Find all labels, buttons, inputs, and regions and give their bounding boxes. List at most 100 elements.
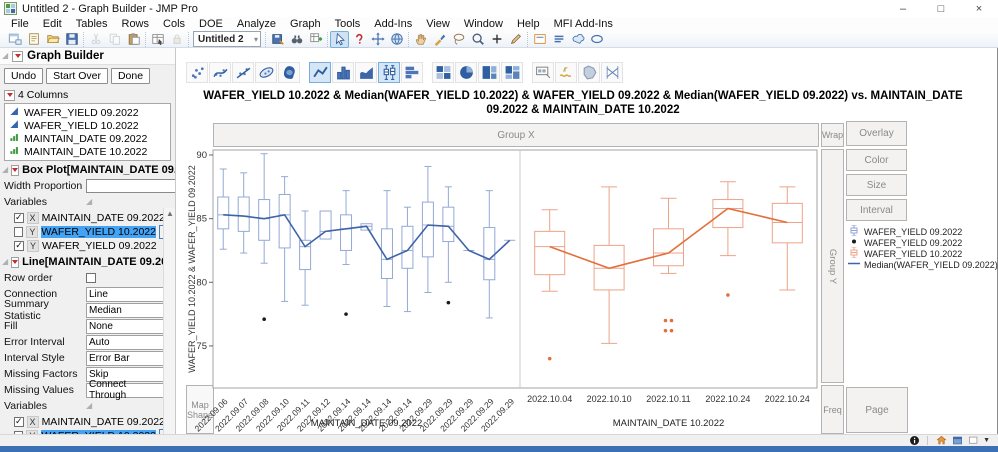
- pen-icon[interactable]: [506, 31, 525, 48]
- scroll-up-icon[interactable]: ▲: [164, 208, 175, 219]
- box-plot-chart[interactable]: 90 85 80 75WAFER_YIELD 10.2022 & WAFER_YIEL…: [184, 147, 844, 447]
- maximize-button[interactable]: □: [922, 0, 960, 17]
- collapse-triangle-icon[interactable]: ◢: [2, 52, 8, 60]
- globe-icon[interactable]: [387, 31, 406, 48]
- start-over-button[interactable]: Start Over: [46, 68, 108, 84]
- palette-formula-icon[interactable]: [555, 62, 577, 83]
- plus-crosshair-icon[interactable]: [487, 31, 506, 48]
- column-item[interactable]: MAINTAIN_DATE 10.2022: [5, 145, 170, 158]
- interval-zone[interactable]: Interval: [846, 199, 907, 221]
- collapse-triangle-icon[interactable]: ◢: [86, 198, 92, 206]
- window-status-icon[interactable]: [951, 435, 963, 446]
- open-folder-icon[interactable]: [43, 31, 62, 48]
- minimize-button[interactable]: –: [884, 0, 922, 17]
- checked-checkbox[interactable]: ✓: [14, 240, 24, 251]
- lasso-icon[interactable]: [449, 31, 468, 48]
- menu-item-add-ins[interactable]: Add-Ins: [367, 17, 419, 31]
- lock-icon[interactable]: [167, 31, 186, 48]
- connection-dropdown[interactable]: Line˅: [86, 286, 171, 302]
- palette-caption-box-icon[interactable]: [532, 62, 554, 83]
- color-zone[interactable]: Color: [846, 149, 907, 171]
- new-window-icon[interactable]: [5, 31, 24, 48]
- variable-row[interactable]: ✓XMAINTAIN_DATE 09.2022⬆: [0, 414, 175, 429]
- legend-item[interactable]: WAFER_YIELD 09.2022: [848, 237, 998, 248]
- size-zone[interactable]: Size: [846, 174, 907, 196]
- annotate-rect-icon[interactable]: [530, 31, 549, 48]
- move-crosshair-icon[interactable]: [368, 31, 387, 48]
- unchecked-checkbox[interactable]: [14, 226, 24, 237]
- red-triangle-menu-icon[interactable]: [12, 50, 24, 62]
- palette-histogram-icon[interactable]: [401, 62, 423, 83]
- checked-checkbox[interactable]: ✓: [14, 416, 24, 427]
- new-data-view-icon[interactable]: [306, 31, 325, 48]
- save-session-icon[interactable]: [268, 31, 287, 48]
- annotate-lines-icon[interactable]: [549, 31, 568, 48]
- menu-item-help[interactable]: Help: [510, 17, 547, 31]
- paste-icon[interactable]: [124, 31, 143, 48]
- palette-line-icon[interactable]: [309, 62, 331, 83]
- collapse-triangle-icon[interactable]: ◢: [86, 402, 92, 410]
- palette-box-plot-icon[interactable]: [378, 62, 400, 83]
- palette-parallel-icon[interactable]: [601, 62, 623, 83]
- save-icon[interactable]: [62, 31, 81, 48]
- collapse-triangle-icon[interactable]: ◢: [2, 166, 8, 174]
- cut-icon[interactable]: [86, 31, 105, 48]
- palette-heatmap-icon[interactable]: [432, 62, 454, 83]
- home-icon[interactable]: [935, 435, 947, 446]
- arrow-cursor-icon[interactable]: [330, 30, 350, 48]
- menu-item-cols[interactable]: Cols: [156, 17, 192, 31]
- overlay-zone[interactable]: Overlay: [846, 121, 907, 146]
- red-triangle-menu-icon[interactable]: [11, 256, 20, 268]
- column-item[interactable]: WAFER_YIELD 09.2022: [5, 106, 170, 119]
- copy-icon[interactable]: [105, 31, 124, 48]
- selection-table-icon[interactable]: [148, 31, 167, 48]
- error-interval-dropdown[interactable]: Auto˅: [86, 334, 171, 350]
- palette-bar-icon[interactable]: [332, 62, 354, 83]
- done-button[interactable]: Done: [110, 68, 151, 84]
- summary-statistic-dropdown[interactable]: Median˅: [86, 302, 171, 318]
- checked-checkbox[interactable]: ✓: [14, 212, 24, 223]
- annotate-oval-icon[interactable]: [587, 31, 606, 48]
- menu-item-edit[interactable]: Edit: [36, 17, 69, 31]
- panel-scrollbar[interactable]: ▲ ▼: [163, 208, 175, 434]
- variable-row[interactable]: YWAFER_YIELD 10.2022⬇: [0, 224, 175, 239]
- menu-item-mfi-add-ins[interactable]: MFI Add-Ins: [547, 17, 620, 31]
- palette-smoother-icon[interactable]: [209, 62, 231, 83]
- missing-values-dropdown[interactable]: Connect Through˅: [86, 379, 171, 401]
- menu-item-view[interactable]: View: [419, 17, 457, 31]
- variable-row[interactable]: ✓XMAINTAIN_DATE 09.2022⬆: [0, 210, 175, 225]
- width-proportion-input[interactable]: [86, 179, 175, 193]
- annotate-polygon-icon[interactable]: [568, 31, 587, 48]
- menu-item-rows[interactable]: Rows: [115, 17, 157, 31]
- row-order-checkbox[interactable]: [86, 273, 96, 283]
- column-item[interactable]: WAFER_YIELD 10.2022: [5, 119, 170, 132]
- palette-map-shapes-icon[interactable]: [578, 62, 600, 83]
- chevron-down-icon[interactable]: ▼: [983, 437, 990, 444]
- legend-item[interactable]: WAFER_YIELD 10.2022: [848, 246, 998, 259]
- palette-pie-icon[interactable]: [455, 62, 477, 83]
- collapse-triangle-icon[interactable]: ◢: [2, 258, 8, 266]
- legend-item[interactable]: Median(WAFER_YIELD 09.2022): [848, 259, 998, 270]
- menu-item-file[interactable]: File: [4, 17, 36, 31]
- column-item[interactable]: MAINTAIN_DATE 09.2022: [5, 132, 170, 145]
- red-triangle-menu-icon[interactable]: [11, 164, 20, 176]
- new-journal-icon[interactable]: [24, 31, 43, 48]
- menu-item-graph[interactable]: Graph: [283, 17, 328, 31]
- menu-item-analyze[interactable]: Analyze: [230, 17, 283, 31]
- magnifier-icon[interactable]: [468, 31, 487, 48]
- binoculars-icon[interactable]: [287, 31, 306, 48]
- menu-item-tools[interactable]: Tools: [328, 17, 368, 31]
- group-x-zone[interactable]: Group X: [213, 123, 819, 147]
- menu-item-doe[interactable]: DOE: [192, 17, 230, 31]
- palette-contour-icon[interactable]: [278, 62, 300, 83]
- menu-item-window[interactable]: Window: [457, 17, 510, 31]
- palette-ellipse-icon[interactable]: [255, 62, 277, 83]
- variable-row[interactable]: ✓ Y WAFER_YIELD 09.2022: [0, 239, 175, 252]
- grabber-hand-icon[interactable]: [411, 31, 430, 48]
- menu-item-tables[interactable]: Tables: [69, 17, 115, 31]
- wrap-zone[interactable]: Wrap: [821, 123, 844, 147]
- fill-dropdown[interactable]: None˅: [86, 318, 171, 334]
- close-button[interactable]: ×: [960, 0, 998, 17]
- palette-area-icon[interactable]: [355, 62, 377, 83]
- brush-icon[interactable]: [430, 31, 449, 48]
